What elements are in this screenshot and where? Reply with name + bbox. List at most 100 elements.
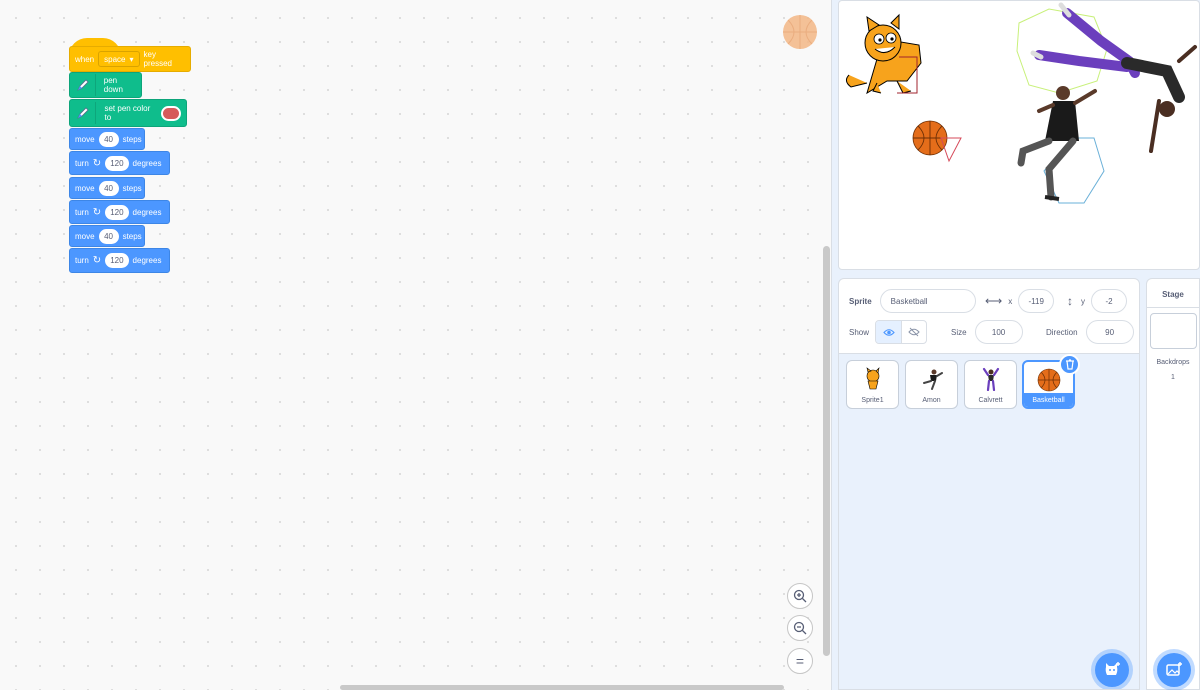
basketball-thumbnail-icon bbox=[1034, 366, 1064, 394]
stage-divider bbox=[1147, 307, 1199, 308]
steps-label: steps bbox=[122, 134, 142, 144]
turn-label: turn bbox=[75, 256, 89, 265]
cat-sprite[interactable] bbox=[845, 13, 922, 95]
y-row: ↕ y -2 bbox=[1067, 289, 1127, 313]
steps-label: steps bbox=[122, 183, 142, 193]
vertical-arrows-icon: ↕ bbox=[1067, 294, 1073, 308]
show-toggle[interactable] bbox=[875, 320, 928, 344]
show-label: Show bbox=[849, 327, 870, 337]
move-label: move bbox=[75, 231, 95, 241]
rotate-right-icon: ↻ bbox=[92, 206, 102, 218]
key-value: space bbox=[104, 54, 126, 64]
y-label: y bbox=[1081, 296, 1085, 306]
trash-icon bbox=[1065, 359, 1074, 370]
zoom-reset-button[interactable]: = bbox=[787, 648, 813, 674]
direction-label: Direction bbox=[1046, 327, 1078, 337]
sprite-card-label: Basketball bbox=[1024, 393, 1073, 407]
stage-title: Stage bbox=[1162, 290, 1184, 299]
turn-degrees-input[interactable]: 120 bbox=[105, 204, 129, 220]
visible-eye-icon[interactable] bbox=[876, 321, 902, 343]
stage-target-pane[interactable]: Stage Backdrops 1 bbox=[1146, 278, 1200, 690]
pen-down-block[interactable]: pen down bbox=[69, 72, 142, 98]
stage-canvas[interactable] bbox=[838, 0, 1200, 270]
horizontal-arrows-icon: ⟷ bbox=[985, 294, 1003, 308]
move-steps-input[interactable]: 40 bbox=[98, 131, 119, 147]
sprite-label: Sprite bbox=[849, 296, 872, 306]
hidden-eye-icon[interactable] bbox=[901, 321, 926, 343]
current-sprite-thumbnail bbox=[783, 15, 817, 49]
move-steps-input[interactable]: 40 bbox=[98, 228, 119, 244]
steps-label: steps bbox=[122, 231, 142, 241]
sprite-card-label: Amon bbox=[922, 397, 941, 404]
sprite-card-sprite1[interactable]: Sprite1 bbox=[846, 360, 899, 409]
degrees-label: degrees bbox=[132, 207, 162, 217]
sprite-name-row: Sprite Basketball bbox=[849, 289, 976, 313]
zoom-out-button[interactable] bbox=[787, 615, 813, 641]
rotate-right-icon: ↻ bbox=[92, 157, 102, 169]
rotate-right-icon: ↻ bbox=[92, 255, 102, 266]
size-row: Size 100 bbox=[951, 320, 1023, 344]
sprite-info-pane: Sprite Basketball ⟷ x -119 ↕ y -2 Show S… bbox=[838, 278, 1140, 690]
x-label: x bbox=[1008, 296, 1013, 306]
size-label: Size bbox=[951, 327, 967, 337]
zoom-in-icon bbox=[793, 589, 807, 603]
add-sprite-cat-icon bbox=[1105, 662, 1120, 675]
size-input[interactable]: 100 bbox=[974, 320, 1023, 344]
pen-down-label: pen down bbox=[103, 76, 123, 94]
when-label: when bbox=[75, 54, 95, 64]
degrees-label: degrees bbox=[132, 256, 162, 265]
choose-backdrop-button[interactable] bbox=[1157, 653, 1191, 687]
degrees-label: degrees bbox=[132, 158, 162, 168]
move-steps-input[interactable]: 40 bbox=[98, 180, 119, 196]
stage-thumbnail[interactable] bbox=[1150, 313, 1197, 349]
add-backdrop-icon bbox=[1166, 662, 1182, 676]
x-input[interactable]: -119 bbox=[1018, 289, 1055, 313]
move-steps-block[interactable]: move 40 steps bbox=[69, 225, 145, 247]
turn-degrees-input[interactable]: 120 bbox=[105, 155, 129, 171]
code-area[interactable]: when space ▾ key pressed pen down set pe… bbox=[0, 0, 832, 690]
backdrops-count: 1 bbox=[1171, 374, 1175, 381]
direction-input[interactable]: 90 bbox=[1085, 320, 1134, 344]
sprite-card-calvrett[interactable]: Calvrett bbox=[964, 360, 1017, 409]
pen-color-swatch[interactable] bbox=[161, 105, 181, 121]
sprite-card-label: Calvrett bbox=[978, 397, 1003, 404]
y-input[interactable]: -2 bbox=[1091, 289, 1127, 313]
turn-degrees-block[interactable]: turn ↻ 120 degrees bbox=[69, 200, 170, 224]
set-pen-color-block[interactable]: set pen color to bbox=[69, 99, 187, 127]
sprite-card-amon[interactable]: Amon bbox=[905, 360, 958, 409]
zoom-out-icon bbox=[793, 621, 807, 635]
dancer-thumbnail-icon bbox=[917, 365, 947, 393]
pen-icon bbox=[75, 74, 96, 96]
equals-icon: = bbox=[795, 653, 805, 669]
turn-degrees-block[interactable]: turn ↻ 120 degrees bbox=[69, 151, 170, 175]
turn-label: turn bbox=[75, 158, 89, 168]
horizontal-scrollbar[interactable] bbox=[340, 685, 784, 690]
show-row: Show bbox=[849, 320, 928, 344]
zoom-in-button[interactable] bbox=[787, 583, 813, 609]
delete-sprite-button[interactable] bbox=[1059, 354, 1080, 375]
direction-row: Direction 90 bbox=[1046, 320, 1134, 344]
when-key-pressed-block[interactable]: when space ▾ key pressed bbox=[69, 46, 191, 72]
key-pressed-label: key pressed bbox=[143, 50, 172, 68]
move-label: move bbox=[75, 134, 95, 144]
vertical-scrollbar[interactable] bbox=[823, 246, 830, 656]
set-pen-color-label: set pen color to bbox=[104, 104, 151, 122]
dancer-thumbnail-icon bbox=[976, 365, 1006, 393]
sprite-name-input[interactable]: Basketball bbox=[879, 289, 976, 313]
pen-trail bbox=[1016, 8, 1108, 94]
backdrops-label: Backdrops bbox=[1156, 359, 1190, 366]
sprite-card-label: Sprite1 bbox=[861, 397, 884, 404]
chevron-down-icon: ▾ bbox=[129, 54, 134, 64]
turn-label: turn bbox=[75, 207, 89, 217]
move-steps-block[interactable]: move 40 steps bbox=[69, 177, 145, 199]
move-steps-block[interactable]: move 40 steps bbox=[69, 128, 145, 150]
key-dropdown[interactable]: space ▾ bbox=[98, 51, 140, 67]
pen-icon bbox=[75, 102, 97, 124]
x-row: ⟷ x -119 bbox=[985, 289, 1055, 313]
amon-sprite[interactable] bbox=[1017, 86, 1097, 201]
cat-thumbnail-icon bbox=[858, 365, 888, 393]
choose-sprite-button[interactable] bbox=[1095, 653, 1129, 687]
turn-degrees-input[interactable]: 120 bbox=[105, 253, 129, 268]
turn-degrees-block[interactable]: turn ↻ 120 degrees bbox=[69, 248, 170, 273]
move-label: move bbox=[75, 183, 95, 193]
